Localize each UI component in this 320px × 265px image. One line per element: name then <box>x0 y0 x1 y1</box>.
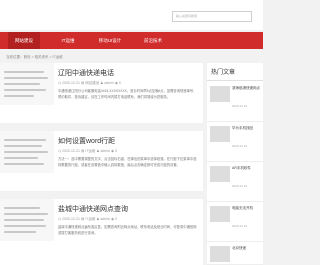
hot-article-thumbnail[interactable] <box>210 246 230 262</box>
article-thumbnail[interactable] <box>0 199 54 241</box>
article-author: admin <box>104 81 114 85</box>
nav-item-web[interactable]: 网站建设 <box>8 32 40 49</box>
article-category[interactable]: 网站建设 <box>85 81 99 85</box>
hot-article-thumbnail[interactable] <box>210 86 230 102</box>
hot-article-thumbnail[interactable] <box>210 126 230 142</box>
article-thumbnail[interactable] <box>0 63 54 105</box>
views-icon: ◉ <box>114 81 118 85</box>
nav-item-tech[interactable]: 前沿技术 <box>137 32 169 49</box>
hot-article-title[interactable]: 华为手机找回 <box>232 126 262 131</box>
hot-article-title[interactable]: 电脑无法开机 <box>232 206 262 211</box>
author-icon: ♟ <box>96 217 100 221</box>
article-category[interactable]: IT运维 <box>85 217 95 221</box>
article-title[interactable]: 如何设置word行距 <box>58 137 115 146</box>
nav-item-it[interactable]: IT运维 <box>54 32 82 49</box>
hot-article-date: 2020-12-21 <box>232 184 248 188</box>
article-date: 2020-12-21 <box>62 81 80 85</box>
article-thumbnail[interactable] <box>0 131 54 173</box>
category-icon: ▤ <box>80 149 85 153</box>
author-icon: ♟ <box>100 81 104 85</box>
date-icon: ◷ <box>58 217 62 221</box>
hot-article-thumbnail[interactable] <box>210 166 230 182</box>
article-views: 0 <box>115 149 117 153</box>
sidebar-title: 热门文章 <box>211 70 236 76</box>
article-author: admin <box>100 149 111 153</box>
hot-article-item[interactable]: 电脑无法开机 2020-12-21 <box>207 202 263 242</box>
article-title[interactable]: 辽阳中通快递电话 <box>58 69 114 78</box>
nav-item-ui[interactable]: 移动UI设计 <box>90 32 130 49</box>
article-category[interactable]: IT运维 <box>85 149 95 153</box>
top-header: 输入关键词搜索 <box>0 0 263 30</box>
article-date: 2020-12-21 <box>62 149 80 153</box>
views-icon: ◉ <box>111 149 115 153</box>
hot-article-item[interactable]: AR手机软件 2020-12-21 <box>207 162 263 202</box>
article-item[interactable]: 盐城中通快递网点查询 ◷ 2020-12-21 ▤ IT运维 ♟ admin ◉… <box>0 199 203 265</box>
divider <box>207 80 263 81</box>
date-icon: ◷ <box>58 81 62 85</box>
hot-article-item[interactable]: 北京快递 2020-12-21 <box>207 242 263 265</box>
hot-article-date: 2020-12-21 <box>232 224 248 228</box>
article-excerpt: 盐城中通快递网点遍布各区县，如需查询附近网点地址、联系电话及营业时间，可登录中通… <box>58 225 197 235</box>
search-input[interactable]: 输入关键词搜索 <box>172 11 252 22</box>
breadcrumb: 当前位置：首页 > 相关资讯 > IT运维 <box>6 55 63 59</box>
article-excerpt: 方法一：选中需要调整的文字，点击鼠标右键，在弹出的菜单中选择段落，在行距下拉菜单… <box>58 157 197 167</box>
article-title[interactable]: 盐城中通快递网点查询 <box>58 205 128 214</box>
article-views: 0 <box>118 81 121 85</box>
main-nav: 网站建设 IT运维 移动UI设计 前沿技术 <box>0 32 263 49</box>
hot-article-date: 2020-12-21 <box>232 104 248 108</box>
article-views: 0 <box>115 217 117 221</box>
category-icon: ▤ <box>80 217 85 221</box>
article-author: admin <box>100 217 111 221</box>
date-icon: ◷ <box>58 149 62 153</box>
hot-article-title[interactable]: 滨海临港快递网点 <box>232 86 262 91</box>
sidebar-hot-articles: 热门文章 滨海临港快递网点 2020-12-21 华为手机找回 2020-12-… <box>207 63 263 265</box>
article-meta: ◷ 2020-12-21 ▤ 网站建设 ♟ admin ◉ 0 <box>58 81 121 86</box>
author-icon: ♟ <box>96 149 100 153</box>
category-icon: ▤ <box>80 81 85 85</box>
hot-article-title[interactable]: 北京快递 <box>232 246 262 251</box>
hot-article-title[interactable]: AR手机软件 <box>232 166 262 171</box>
hot-article-item[interactable]: 华为手机找回 2020-12-21 <box>207 122 263 162</box>
article-item[interactable]: 如何设置word行距 ◷ 2020-12-21 ▤ IT运维 ♟ admin ◉… <box>0 131 203 191</box>
views-icon: ◉ <box>111 217 115 221</box>
article-meta: ◷ 2020-12-21 ▤ IT运维 ♟ admin ◉ 0 <box>58 217 117 222</box>
article-list: 辽阳中通快递电话 ◷ 2020-12-21 ▤ 网站建设 ♟ admin ◉ 0… <box>0 63 203 265</box>
article-item[interactable]: 辽阳中通快递电话 ◷ 2020-12-21 ▤ 网站建设 ♟ admin ◉ 0… <box>0 63 203 123</box>
article-meta: ◷ 2020-12-21 ▤ IT运维 ♟ admin ◉ 0 <box>58 149 117 154</box>
hot-article-item[interactable]: 滨海临港快递网点 2020-12-21 <box>207 82 263 122</box>
hot-article-thumbnail[interactable] <box>210 206 230 222</box>
article-excerpt: 中通快递辽阳分公司客服电话0419-XXXXXXXX，营业时间早8点至晚6点，如… <box>58 89 197 99</box>
article-date: 2020-12-21 <box>62 217 80 221</box>
hot-article-date: 2020-12-21 <box>232 144 248 148</box>
